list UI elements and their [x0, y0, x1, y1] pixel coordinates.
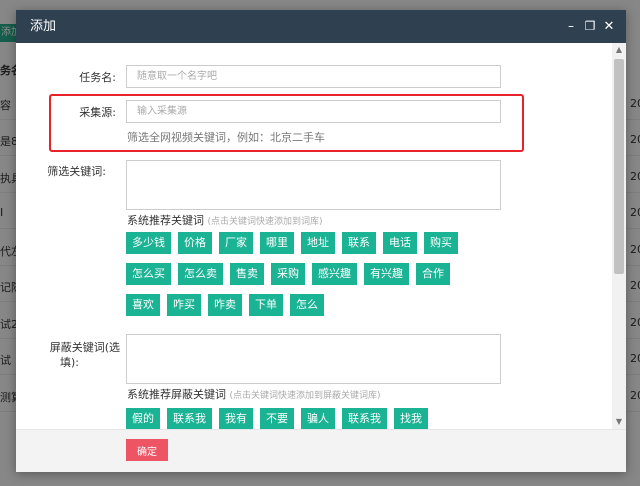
- keyword-tag[interactable]: 联系: [342, 232, 376, 254]
- dialog-scrollbar[interactable]: ▲ ▼: [612, 43, 626, 429]
- keyword-tag[interactable]: 采购: [271, 263, 305, 285]
- close-icon[interactable]: ✕: [602, 10, 616, 43]
- keyword-tag[interactable]: 下单: [249, 294, 283, 316]
- keyword-tag[interactable]: 电话: [383, 232, 417, 254]
- keyword-tag[interactable]: 假的: [126, 408, 160, 429]
- confirm-button[interactable]: 确定: [126, 439, 168, 461]
- scroll-down-icon[interactable]: ▼: [612, 415, 626, 429]
- keyword-tag[interactable]: 喜欢: [126, 294, 160, 316]
- keyword-tag[interactable]: 找我: [394, 408, 428, 429]
- recommended-block-keywords-list: 假的 联系我 我有 不要 骗人 联系我 找我: [126, 408, 506, 429]
- recommended-keywords-title-text: 系统推荐关键词: [127, 214, 204, 227]
- dialog-title: 添加: [30, 19, 57, 34]
- filter-keywords-textarea[interactable]: [126, 160, 501, 210]
- dialog-footer: 确定: [16, 429, 626, 472]
- keyword-tag[interactable]: 怎么买: [126, 263, 171, 285]
- keyword-tag[interactable]: 厂家: [219, 232, 253, 254]
- add-task-dialog: 添加 – ❐ ✕ 任务名: 采集源: 筛选全网视频关键词，例如：北京二手车 筛选…: [16, 10, 626, 472]
- block-keywords-textarea[interactable]: [126, 334, 501, 384]
- highlight-box: [49, 94, 524, 152]
- keyword-tag[interactable]: 不要: [260, 408, 294, 429]
- keyword-tag[interactable]: 合作: [416, 263, 450, 285]
- keyword-tag[interactable]: 购买: [424, 232, 458, 254]
- keyword-tag[interactable]: 我有: [219, 408, 253, 429]
- keyword-tag[interactable]: 感兴趣: [312, 263, 357, 285]
- scroll-up-icon[interactable]: ▲: [612, 43, 626, 57]
- recommended-block-keywords-hint: (点击关键词快速添加到屏蔽关键词库): [229, 391, 381, 401]
- keyword-tag[interactable]: 有兴趣: [364, 263, 409, 285]
- maximize-icon[interactable]: ❐: [583, 10, 597, 43]
- keyword-tag[interactable]: 价格: [178, 232, 212, 254]
- keyword-tag[interactable]: 怎么: [290, 294, 324, 316]
- block-keywords-label: 屏蔽关键词(选 填):: [16, 340, 120, 370]
- task-name-label: 任务名:: [79, 71, 116, 84]
- keyword-tag[interactable]: 售卖: [230, 263, 264, 285]
- keyword-tag[interactable]: 联系我: [342, 408, 387, 429]
- keyword-tag[interactable]: 联系我: [167, 408, 212, 429]
- keyword-tag[interactable]: 怎么卖: [178, 263, 223, 285]
- minimize-icon[interactable]: –: [564, 10, 578, 43]
- dialog-body: 任务名: 采集源: 筛选全网视频关键词，例如：北京二手车 筛选关键词: 系统推荐…: [16, 43, 612, 429]
- keyword-tag[interactable]: 骗人: [301, 408, 335, 429]
- task-name-input[interactable]: [126, 65, 501, 88]
- keyword-tag[interactable]: 咋卖: [208, 294, 242, 316]
- keyword-tag[interactable]: 多少钱: [126, 232, 171, 254]
- recommended-keywords-hint: (点击关键词快速添加到词库): [207, 217, 323, 227]
- keyword-tag[interactable]: 咋买: [167, 294, 201, 316]
- scroll-thumb[interactable]: [614, 59, 624, 274]
- recommended-keywords-title: 系统推荐关键词 (点击关键词快速添加到词库): [127, 212, 323, 228]
- block-keywords-label-line1: 屏蔽关键词(选: [49, 341, 120, 354]
- block-keywords-label-line2: 填):: [60, 356, 79, 369]
- dialog-header: 添加 – ❐ ✕: [16, 10, 626, 43]
- filter-keywords-label: 筛选关键词:: [47, 165, 106, 178]
- recommended-block-keywords-title: 系统推荐屏蔽关键词 (点击关键词快速添加到屏蔽关键词库): [127, 386, 381, 402]
- recommended-block-keywords-title-text: 系统推荐屏蔽关键词: [127, 388, 226, 401]
- keyword-tag[interactable]: 哪里: [260, 232, 294, 254]
- keyword-tag[interactable]: 地址: [301, 232, 335, 254]
- recommended-keywords-list: 多少钱 价格 厂家 哪里 地址 联系 电话 购买怎么买 怎么卖 售卖 采购 感兴趣 有兴趣 合作喜欢 咋买咋…: [126, 232, 486, 325]
